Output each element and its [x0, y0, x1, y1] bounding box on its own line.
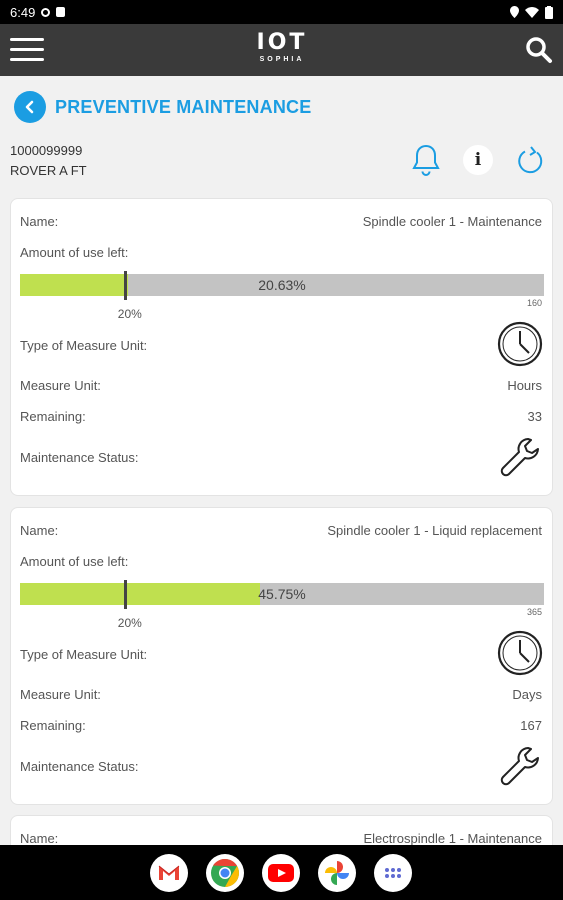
item-name: Spindle cooler 1 - Liquid replacement: [327, 523, 542, 538]
apps-icon: [385, 868, 401, 878]
remaining-value: 167: [520, 718, 542, 733]
clock-icon: [496, 320, 544, 373]
gmail-icon: [158, 865, 180, 880]
battery-icon: [545, 5, 553, 19]
remaining-row: Remaining: 167: [20, 718, 542, 733]
usage-progress-bar: 45.75%: [20, 580, 544, 609]
usage-progress-bar: 20.63%: [20, 271, 544, 300]
device-id: 1000099999: [10, 143, 83, 158]
maintenance-status-label: Maintenance Status:: [20, 450, 139, 465]
gmail-app[interactable]: [150, 854, 188, 892]
remaining-value: 33: [527, 409, 542, 424]
measure-unit-row: Measure Unit: Days: [20, 687, 542, 702]
measure-type-label: Type of Measure Unit:: [20, 338, 148, 353]
page-header: PREVENTIVE MAINTENANCE: [14, 91, 311, 123]
item-name: Electrospindle 1 - Maintenance: [363, 831, 543, 846]
info-icon: i: [463, 145, 493, 175]
search-icon: [526, 37, 552, 63]
threshold-marker: [123, 271, 127, 300]
youtube-app[interactable]: [262, 854, 300, 892]
notifications-button[interactable]: [410, 143, 442, 177]
chrome-app[interactable]: [206, 854, 244, 892]
remaining-row: Remaining: 33: [20, 409, 542, 424]
measure-unit-value: Hours: [507, 378, 542, 393]
notification-icon: [56, 7, 66, 17]
info-button[interactable]: i: [463, 143, 493, 177]
name-row: Name: Electrospindle 1 - Maintenance: [20, 831, 542, 846]
device-info: 1000099999 ROVER A FT: [10, 141, 87, 181]
status-bar: 6:49: [0, 0, 563, 24]
name-label: Name:: [20, 523, 59, 538]
photos-app[interactable]: [318, 854, 356, 892]
usage-max: 160: [526, 298, 542, 308]
page-title: PREVENTIVE MAINTENANCE: [55, 96, 312, 117]
measure-unit-label: Measure Unit:: [20, 687, 101, 702]
chevron-left-icon: [25, 100, 34, 114]
back-button[interactable]: [14, 91, 46, 123]
clock-icon: [496, 629, 544, 682]
maintenance-card: Name: Spindle cooler 1 - Maintenance Amo…: [10, 198, 553, 496]
wifi-icon: [525, 6, 539, 18]
maintenance-status-label: Maintenance Status:: [20, 759, 139, 774]
bell-icon: [412, 144, 440, 176]
name-row: Name: Spindle cooler 1 - Maintenance: [20, 214, 542, 229]
item-name: Spindle cooler 1 - Maintenance: [362, 214, 542, 229]
threshold-label: 20%: [117, 616, 142, 630]
threshold-label: 20%: [117, 307, 142, 321]
amount-label: Amount of use left:: [20, 554, 129, 569]
system-dock: [0, 845, 563, 900]
name-row: Name: Spindle cooler 1 - Liquid replacem…: [20, 523, 542, 538]
location-icon: [510, 6, 519, 18]
amount-label: Amount of use left:: [20, 245, 129, 260]
name-label: Name:: [20, 831, 59, 846]
status-time: 6:49: [10, 4, 36, 20]
measure-type-label: Type of Measure Unit:: [20, 647, 148, 662]
youtube-icon: [268, 864, 294, 882]
menu-icon-line: [10, 48, 44, 51]
menu-icon-line: [10, 58, 44, 61]
photos-icon: [325, 861, 349, 885]
usage-percent: 45.75%: [258, 586, 306, 602]
menu-button[interactable]: [10, 38, 44, 62]
wrench-icon: [498, 744, 544, 795]
measure-unit-value: Days: [512, 687, 542, 702]
maintenance-card: Name: Spindle cooler 1 - Liquid replacem…: [10, 507, 553, 805]
logo-subtext: SOPHIA: [259, 56, 305, 63]
app-drawer-button[interactable]: [374, 854, 412, 892]
app-bar: IOT SOPHIA: [0, 24, 563, 76]
usage-percent: 20.63%: [258, 277, 306, 293]
app-logo: IOT SOPHIA: [252, 30, 312, 70]
name-label: Name:: [20, 214, 59, 229]
remaining-label: Remaining:: [20, 718, 86, 733]
wrench-icon: [498, 435, 544, 486]
remaining-label: Remaining:: [20, 409, 86, 424]
measure-unit-label: Measure Unit:: [20, 378, 101, 393]
refresh-icon: [518, 146, 543, 174]
chrome-icon: [211, 858, 239, 887]
measure-unit-row: Measure Unit: Hours: [20, 378, 542, 393]
device-name: ROVER A FT: [10, 163, 87, 178]
search-button[interactable]: [525, 36, 553, 64]
menu-icon: [10, 38, 44, 41]
threshold-marker: [123, 580, 127, 609]
refresh-button[interactable]: [515, 143, 547, 177]
logo-text: IOT: [256, 30, 308, 55]
usage-max: 365: [526, 607, 542, 617]
sync-icon: [41, 7, 51, 17]
